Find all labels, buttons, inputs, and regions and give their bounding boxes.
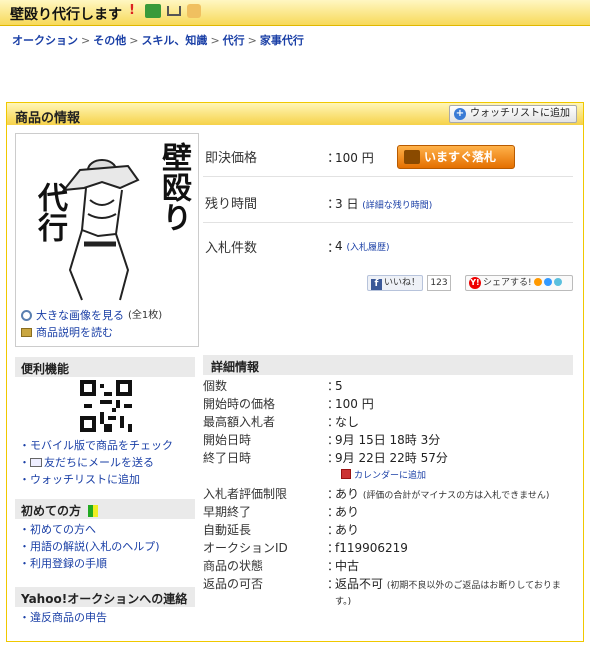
- exclamation-icon: !: [129, 3, 135, 18]
- art-text-left: 代行: [32, 182, 67, 242]
- mixi-icon: [533, 278, 542, 286]
- add-to-watchlist-button[interactable]: + ウォッチリストに追加: [449, 105, 577, 123]
- buy-now-label: いますぐ落札: [424, 150, 497, 164]
- image-count: (全1枚): [128, 310, 163, 321]
- facebook-like-button[interactable]: f いいね！: [367, 275, 423, 291]
- like-count: 123: [427, 275, 451, 291]
- panel-title: 商品の情報: [15, 111, 81, 126]
- breadcrumb-item[interactable]: その他: [93, 34, 126, 47]
- buy-now-button[interactable]: いますぐ落札: [397, 145, 515, 169]
- like-label: いいね！: [384, 278, 421, 288]
- title-bar: 壁殴り代行します !: [0, 0, 590, 26]
- page-title: 壁殴り代行します: [10, 7, 122, 23]
- panel-header: 商品の情報 + ウォッチリストに追加: [7, 103, 583, 126]
- cart-icon: [167, 6, 181, 16]
- bid-count-label: 入札件数: [205, 241, 258, 256]
- time-left-row: 残り時間 ： 3 日 (詳細な残り時間): [203, 177, 573, 223]
- send-mail-link[interactable]: 友だちにメールを送る: [19, 454, 173, 471]
- time-left-label: 残り時間: [205, 197, 258, 212]
- plus-icon: +: [454, 108, 466, 120]
- view-large-image-link[interactable]: 大きな画像を見る: [36, 307, 124, 324]
- time-detail-link[interactable]: (詳細な残り時間): [362, 201, 432, 211]
- buyout-price-row: 即決価格 ： 100 円 いますぐ落札: [203, 133, 573, 177]
- calendar-icon: [341, 469, 351, 479]
- bid-count-value: 4: [335, 239, 343, 253]
- breadcrumb-item[interactable]: オークション: [12, 34, 78, 47]
- breadcrumb: オークション > その他 > スキル、知識 > 代行 > 家事代行: [12, 34, 304, 47]
- yahoo-share-button[interactable]: Y! シェアする!: [465, 275, 573, 291]
- bid-history-link[interactable]: (入札履歴): [346, 243, 389, 253]
- details-header: 詳細情報: [203, 355, 573, 375]
- mobile-check-link[interactable]: モバイル版で商品をチェック: [19, 437, 173, 454]
- add-watchlist-link[interactable]: ウォッチリストに追加: [19, 471, 173, 488]
- convenience-header: 便利機能: [15, 357, 195, 377]
- buyout-label: 即決価格: [205, 151, 258, 166]
- read-description-link[interactable]: 商品説明を読む: [36, 324, 113, 341]
- share-label: シェアする!: [483, 278, 532, 288]
- beginner-guide-link[interactable]: 初めての方へ: [19, 521, 160, 538]
- magnifier-icon: [21, 310, 32, 321]
- glossary-link[interactable]: 用語の解説(入札のヘルプ): [19, 538, 160, 555]
- breadcrumb-item[interactable]: スキル、知識: [141, 34, 207, 47]
- watch-button-label: ウォッチリストに追加: [470, 108, 570, 119]
- report-violation-link[interactable]: 違反商品の申告: [19, 609, 107, 626]
- time-left-value: 3 日: [335, 197, 359, 211]
- cart-icon: [404, 150, 420, 164]
- mail-icon: [30, 458, 42, 467]
- buyout-value: 100 円: [335, 151, 374, 165]
- item-info-panel: 商品の情報 + ウォッチリストに追加 壁殴り 壁殴り 代行 大きな画像を見る (…: [6, 102, 584, 642]
- breadcrumb-item[interactable]: 家事代行: [260, 34, 304, 47]
- yahoo-icon: Y!: [469, 277, 481, 289]
- breadcrumb-item[interactable]: 代行: [223, 34, 245, 47]
- beginner-header: 初めての方: [15, 499, 195, 519]
- book-icon: [21, 328, 32, 337]
- bid-count-row: 入札件数 ： 4 (入札履歴): [205, 239, 390, 256]
- add-calendar-link[interactable]: カレンダーに追加: [341, 469, 426, 483]
- contact-header: Yahoo!オークションへの連絡: [15, 587, 195, 607]
- share-icon: [543, 278, 552, 286]
- twitter-icon: [553, 278, 562, 286]
- art-text-right: 壁殴り: [156, 142, 191, 232]
- truck-icon: [145, 4, 161, 18]
- hand-icon: [187, 4, 201, 18]
- qr-code: [80, 380, 132, 432]
- beginner-leaf-icon: [88, 505, 99, 517]
- facebook-icon: f: [371, 279, 382, 290]
- registration-link[interactable]: 利用登録の手順: [19, 555, 160, 572]
